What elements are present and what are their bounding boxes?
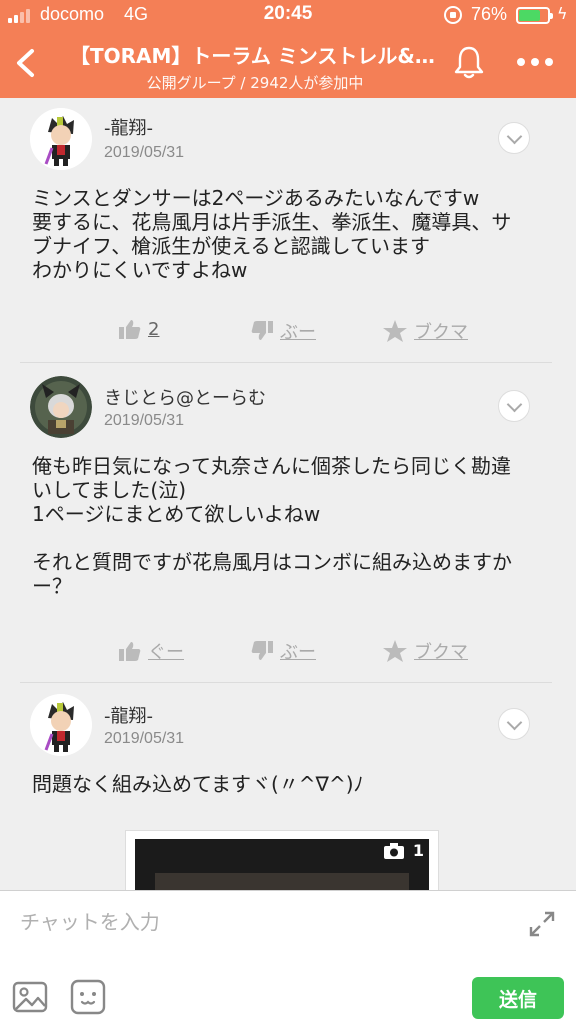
image-icon[interactable] [12,979,48,1015]
bad-label: ぶー [280,322,316,343]
post-divider [20,362,552,363]
group-title: 【TORAM】トーラム ミンストレル&… [70,44,435,68]
battery-percent: 76% [471,4,508,24]
camera-icon [383,842,404,859]
battery-icon [516,7,553,24]
bell-icon[interactable] [452,44,486,80]
avatar[interactable] [30,376,92,438]
bookmark-button[interactable]: ブクマ [382,638,468,664]
post-date: 2019/05/31 [104,144,185,161]
bookmark-label: ブクマ [414,322,468,343]
post-line: わかりにくいですよねw [32,258,248,282]
thumbs-down-icon [251,641,273,660]
bookmark-label: ブクマ [414,642,468,663]
post-menu-button[interactable] [498,708,530,740]
post-line: 1ページにまとめて欲しいよねw [32,502,321,526]
group-title-block[interactable]: 【TORAM】トーラム ミンストレル&… 公開グループ / 2942人が参加中 [70,40,440,93]
good-count: 2 [148,318,160,340]
avatar[interactable] [30,694,92,756]
post-line: それと質問ですが花鳥風月はコンボに組み込めますか [32,550,512,574]
post: きじとら@とーらむ 2019/05/31 俺も昨日気になって丸奈さんに個茶したら… [0,364,576,684]
good-button[interactable]: ぐー [118,638,184,664]
chat-input-bar: 送信 [0,890,576,1024]
back-icon[interactable] [10,46,44,80]
thumbs-down-icon [251,321,273,340]
post-line: 俺も昨日気になって丸奈さんに個茶したら同じく勘違 [32,454,511,478]
post-body: 問題なく組み込めてますヾ(〃^∇^)ﾉ [32,772,532,796]
more-icon[interactable] [515,54,555,70]
post-date: 2019/05/31 [104,730,185,747]
avatar[interactable] [30,108,92,170]
author-name: -龍翔- [104,118,153,139]
post-body: ミンスとダンサーは2ページあるみたいなんですw 要するに、花鳥風月は片手派生、拳… [32,186,532,282]
bookmark-button[interactable]: ブクマ [382,318,468,344]
rotation-lock-icon [444,6,462,24]
post-line: ミンスとダンサーは2ページあるみたいなんですw [32,186,480,210]
post-line: ー？ [32,574,72,598]
post-list[interactable]: -龍翔- 2019/05/31 ミンスとダンサーは2ページあるみたいなんですw … [0,98,576,890]
post-line: 問題なく組み込めてますヾ(〃^∇^)ﾉ [32,772,364,796]
post-actions: ぐー ぶー ブクマ [0,638,576,668]
send-button[interactable]: 送信 [472,977,564,1019]
post-menu-button[interactable] [498,390,530,422]
battery-fill [519,10,540,21]
thumbs-up-icon [119,320,141,339]
good-label: ぐー [148,642,184,663]
star-icon [383,640,407,662]
post-menu-button[interactable] [498,122,530,154]
post-body: 俺も昨日気になって丸奈さんに個茶したら同じく勘違 いしてました(泣) 1ページに… [32,454,532,598]
charging-icon: ϟ [557,4,568,23]
post-line: ブナイフ、槍派生が使えると認識しています [32,234,430,258]
sticker-icon[interactable] [70,979,106,1015]
good-button[interactable]: 2 [118,318,159,340]
image-count-badge: 1 [383,841,424,860]
expand-icon[interactable] [527,909,557,939]
author-name: -龍翔- [104,706,153,727]
post-line: 要するに、花鳥風月は片手派生、拳派生、魔導具、サ [32,210,512,234]
post-date: 2019/05/31 [104,412,185,429]
group-subtitle: 公開グループ / 2942人が参加中 [146,74,364,92]
image-count: 1 [412,841,424,860]
chat-input[interactable] [20,905,500,939]
attached-image[interactable]: 1 [125,830,439,890]
thumbs-up-icon [119,642,141,661]
status-bar: docomo 4G 20:45 76% ϟ [0,0,576,30]
star-icon [383,320,407,342]
bad-label: ぶー [280,642,316,663]
post-divider [20,682,552,683]
bad-button[interactable]: ぶー [250,638,316,664]
post: -龍翔- 2019/05/31 ミンスとダンサーは2ページあるみたいなんですw … [0,98,576,363]
app-header: docomo 4G 20:45 76% ϟ 【TORAM】トーラム ミンストレル… [0,0,576,98]
post-line: いしてました(泣) [32,478,187,502]
author-name: きじとら@とーらむ [104,388,266,409]
post-actions: 2 ぶー ブクマ [0,318,576,348]
bad-button[interactable]: ぶー [250,318,316,344]
post-line [32,526,532,550]
